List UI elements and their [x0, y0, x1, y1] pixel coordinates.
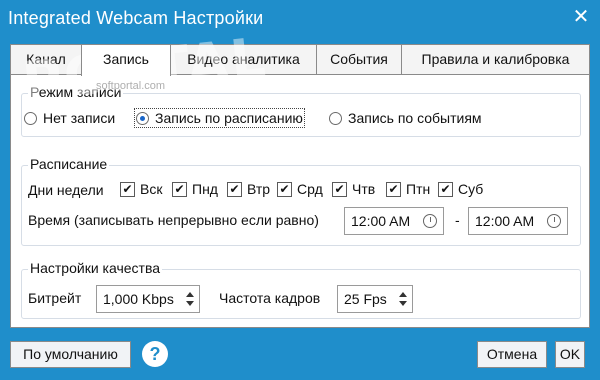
window-title: Integrated Webcam Настройки [8, 8, 264, 28]
checkbox-box: ✔ [277, 181, 292, 197]
checkbox-box: ✔ [438, 181, 453, 197]
checkbox-label: Чтв [352, 181, 376, 197]
checkbox-label: Срд [297, 181, 323, 197]
time-separator: - [455, 212, 460, 228]
end-time-picker[interactable]: 12:00 AM [468, 207, 568, 235]
fps-label: Частота кадров [219, 290, 321, 306]
tab-recording[interactable]: Запись [81, 44, 171, 76]
schedule-group: Расписание Дни недели ✔ Вск ✔ Пнд ✔ Втр … [21, 156, 581, 246]
radio-dot [24, 111, 37, 125]
schedule-title: Расписание [28, 156, 110, 172]
cancel-button[interactable]: Отмена [477, 341, 547, 368]
start-time-picker[interactable]: 12:00 AM [344, 207, 444, 235]
checkbox-wed[interactable]: ✔ Срд [277, 181, 323, 197]
spin-arrows-icon[interactable] [399, 290, 407, 308]
checkbox-label: Вск [140, 181, 163, 197]
fps-spinner[interactable]: 25 Fps [337, 285, 413, 313]
tab-rules-calibration[interactable]: Правила и калибровка [401, 44, 590, 75]
weekdays-label: Дни недели [28, 182, 104, 198]
checkbox-label: Втр [247, 181, 271, 197]
radio-label: Запись по событиям [348, 110, 482, 126]
checkbox-box: ✔ [120, 181, 135, 197]
clock-icon[interactable] [423, 214, 437, 228]
tab-events[interactable]: События [316, 44, 402, 75]
help-icon[interactable]: ? [142, 341, 168, 367]
checkbox-sun[interactable]: ✔ Вск [120, 181, 162, 197]
radio-dot [329, 111, 342, 125]
record-mode-group: Режим записи Нет записи Запись по распис… [21, 84, 581, 137]
tab-strip: Канал Запись Видео аналитика События Пра… [10, 44, 590, 76]
tab-channel[interactable]: Канал [10, 44, 82, 75]
checkbox-sat[interactable]: ✔ Суб [438, 181, 483, 197]
title-bar: Integrated Webcam Настройки ✕ [0, 0, 600, 38]
bitrate-label: Битрейт [28, 290, 82, 306]
radio-label: Нет записи [43, 110, 116, 126]
clock-icon[interactable] [547, 214, 561, 228]
checkbox-fri[interactable]: ✔ Птн [386, 181, 430, 197]
record-mode-title: Режим записи [28, 84, 124, 100]
radio-event-recording[interactable]: Запись по событиям [329, 110, 482, 126]
ok-button[interactable]: OK [555, 341, 585, 368]
checkbox-box: ✔ [172, 181, 187, 197]
checkbox-label: Птн [406, 181, 431, 197]
default-button[interactable]: По умолчанию [10, 341, 131, 368]
radio-scheduled-recording[interactable]: Запись по расписанию [134, 108, 305, 128]
radio-dot-selected [136, 111, 149, 125]
quality-title: Настройки качества [28, 260, 163, 276]
checkbox-mon[interactable]: ✔ Пнд [172, 181, 218, 197]
checkbox-label: Пнд [192, 181, 218, 197]
checkbox-box: ✔ [227, 181, 242, 197]
close-icon[interactable]: ✕ [570, 6, 592, 28]
spin-arrows-icon[interactable] [186, 290, 194, 308]
checkbox-tue[interactable]: ✔ Втр [227, 181, 270, 197]
checkbox-box: ✔ [386, 181, 401, 197]
bitrate-spinner[interactable]: 1,000 Kbps [96, 285, 200, 313]
end-time-value: 12:00 AM [475, 213, 535, 229]
radio-label: Запись по расписанию [155, 110, 303, 126]
time-label: Время (записывать непрерывно если равно) [28, 212, 319, 228]
checkbox-thu[interactable]: ✔ Чтв [332, 181, 375, 197]
fps-value: 25 Fps [344, 291, 387, 307]
tab-panel-recording: Режим записи Нет записи Запись по распис… [10, 74, 590, 328]
tab-video-analytics[interactable]: Видео аналитика [170, 44, 317, 75]
bitrate-value: 1,000 Kbps [103, 291, 174, 307]
radio-no-recording[interactable]: Нет записи [24, 110, 115, 126]
checkbox-box: ✔ [332, 181, 347, 197]
checkbox-label: Суб [458, 181, 484, 197]
quality-group: Настройки качества Битрейт 1,000 Kbps Ча… [21, 260, 581, 319]
start-time-value: 12:00 AM [351, 213, 411, 229]
